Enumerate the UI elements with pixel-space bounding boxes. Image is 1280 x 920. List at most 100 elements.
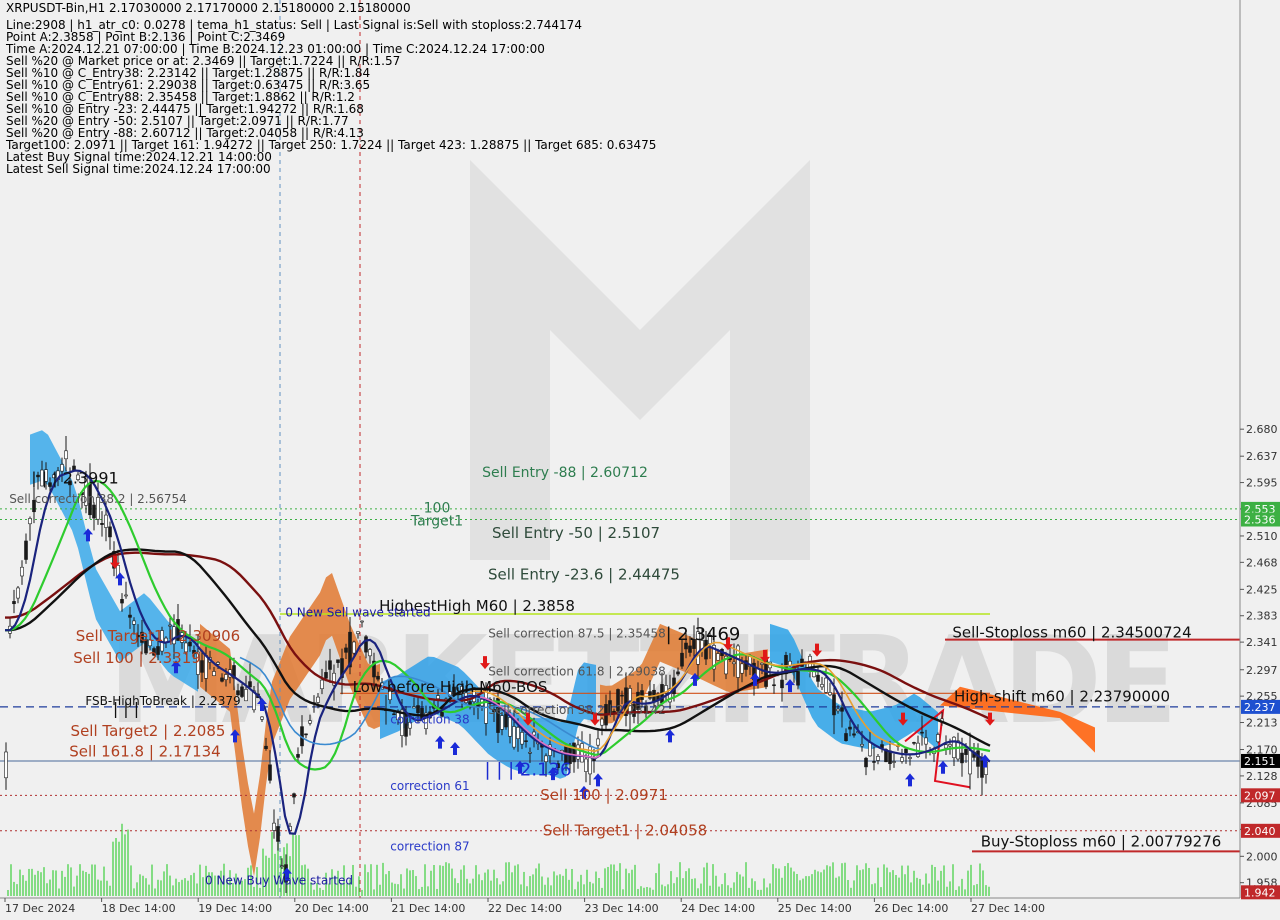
candle-body [308,720,312,724]
annotation-label: Low before High M60-BOS [353,678,548,696]
candle-body [688,645,692,653]
candle-body [412,706,416,709]
candle-body [104,514,108,528]
annotation-label: Sell Entry -23.6 | 2.44475 [488,565,680,583]
candle-body [912,742,916,744]
candle-body [676,671,680,675]
candle-body [224,674,228,680]
candle-body [344,647,348,653]
annotation-label: 0 New Sell wave started [285,605,430,619]
candle-body [976,750,980,767]
chart-root: MARKETZITRADE Sell Entry -88 | 2.6071210… [0,0,1280,920]
candle-body [512,726,516,748]
candle-body [948,744,952,747]
x-tick-label: 18 Dec 14:00 [102,902,176,915]
candle-body [508,717,512,737]
price-tag-label: 2.097 [1244,789,1276,802]
candle-body [328,660,332,670]
price-tag-label: 2.040 [1244,825,1276,838]
candle-body [244,689,248,702]
candle-body [716,653,720,661]
candle-body [796,671,800,686]
y-tick-label: 2.383 [1246,610,1278,623]
candle-body [760,662,764,665]
candle-body [20,566,24,577]
candle-body [908,757,912,759]
candle-body [16,587,20,599]
candle-body [64,450,68,460]
candle-body [828,692,832,696]
annotation-label: Sell 161.8 | 2.17134 [69,742,220,760]
annotation-label: 0 New Buy Wave started [205,873,353,887]
candle-body [368,649,372,657]
candle-body [92,504,96,519]
candle-body [24,540,28,560]
candle-body [28,518,32,525]
x-tick-label: 22 Dec 14:00 [488,902,562,915]
candle-body [532,731,536,736]
candle-body [956,740,960,760]
annotation-label: Target1 [410,513,463,529]
candle-body [296,754,300,758]
annotation-label: Sell correction 38.2 | 2.23142 [488,703,666,717]
y-tick-label: 2.510 [1246,530,1278,543]
x-tick-label: 26 Dec 14:00 [874,902,948,915]
candle-body [968,750,972,775]
candle-body [904,748,908,754]
annotation-label: Sell Entry -88 | 2.60712 [482,465,648,481]
x-tick-label: 17 Dec 2024 [5,902,75,915]
y-tick-label: 2.468 [1246,556,1278,569]
trading-chart: MARKETZITRADE Sell Entry -88 | 2.6071210… [0,0,1280,920]
annotation-label: Sell Target1 | 2.04058 [543,821,707,839]
candle-body [732,661,736,665]
candle-body [824,677,828,693]
candle-body [936,734,940,743]
candle-body [580,743,584,763]
candle-body [596,738,600,746]
candle-body [216,662,220,665]
candle-body [576,744,580,760]
candle-body [276,826,280,842]
candle-body [820,684,824,688]
candle-body [128,614,132,618]
candle-body [132,620,136,625]
candle-body [324,672,328,679]
candle-body [900,757,904,762]
price-tag-label: 1.942 [1244,886,1276,899]
x-tick-label: 20 Dec 14:00 [295,902,369,915]
price-tag-label: 2.536 [1244,514,1276,527]
candle-body [264,745,268,749]
candle-body [740,663,744,674]
y-tick-label: 2.213 [1246,717,1278,730]
candle-body [848,726,852,730]
candle-body [620,694,624,697]
candle-body [320,679,324,690]
candle-body [272,822,276,831]
price-tag-label: 2.151 [1244,755,1276,768]
annotation-label: Buy-Stoploss m60 | 2.00779276 [981,833,1222,851]
candle-body [572,742,576,763]
x-tick-label: 19 Dec 14:00 [198,902,272,915]
annotation-label: correction 87 [390,839,469,853]
candle-body [240,686,244,697]
candle-body [864,757,868,768]
candle-body [500,715,504,730]
annotation-label: | | | 2.136 [485,759,572,780]
info-line: Latest Sell Signal time:2024.12.24 17:00… [6,162,271,176]
candle-body [120,599,124,604]
candle-body [860,744,864,747]
annotation-label: | | | [113,699,139,718]
y-tick-label: 2.680 [1246,423,1278,436]
candle-body [836,708,840,712]
y-tick-label: 2.425 [1246,583,1278,596]
candle-body [528,751,532,754]
candle-body [304,733,308,736]
candle-body [524,740,528,743]
y-tick-label: 2.128 [1246,770,1278,783]
candle-body [840,707,844,712]
candle-body [360,620,364,623]
annotation-label: Sell Target1 | 2.30906 [76,627,240,645]
annotation-label: Sell Target2 | 2.2085 [71,722,226,740]
candle-body [772,684,776,687]
candle-body [292,793,296,798]
